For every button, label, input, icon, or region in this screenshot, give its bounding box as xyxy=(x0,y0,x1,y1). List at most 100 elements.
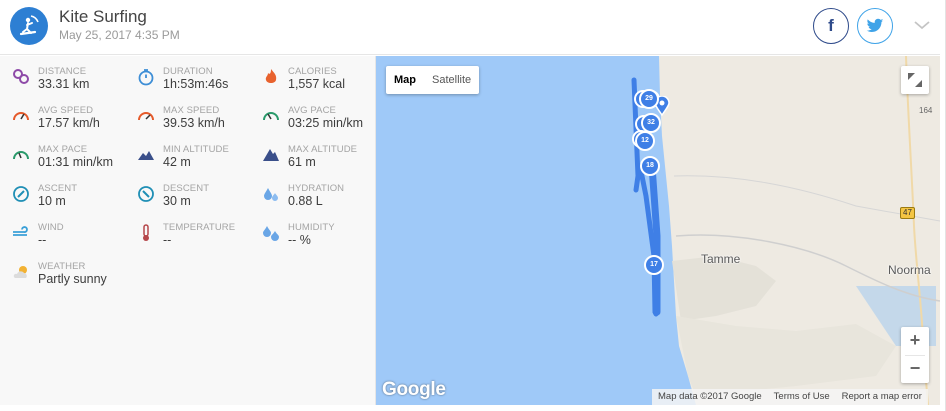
stat-value: 0.88 L xyxy=(288,194,323,208)
stat-value: 03:25 min/km xyxy=(288,116,364,130)
stat-value: -- xyxy=(38,233,47,247)
map-marker-label: 17 xyxy=(650,261,658,268)
report-map-error-link[interactable]: Report a map error xyxy=(836,389,928,405)
zoom-in-button[interactable]: + xyxy=(901,327,929,355)
activity-header: Kite Surfing May 25, 2017 4:35 PM f xyxy=(0,0,940,55)
map-marker-label: 12 xyxy=(641,137,649,144)
map-marker[interactable]: 12 xyxy=(635,131,655,151)
stat-humidity: HUMIDITY -- % xyxy=(262,222,387,256)
fullscreen-button[interactable] xyxy=(901,66,929,94)
mountain-icon xyxy=(263,149,279,161)
activity-date: May 25, 2017 4:35 PM xyxy=(59,28,180,42)
stat-min-altitude: MIN ALTITUDE 42 m xyxy=(137,144,262,178)
partly-sunny-icon xyxy=(13,266,27,278)
stat-label: TEMPERATURE xyxy=(163,222,236,233)
speedometer-icon xyxy=(138,112,154,121)
facebook-share-button[interactable]: f xyxy=(813,8,849,44)
stat-label: DISTANCE xyxy=(38,66,87,77)
speedometer-icon xyxy=(13,112,29,121)
twitter-share-button[interactable] xyxy=(857,8,893,44)
map-marker-label: 29 xyxy=(645,95,653,102)
stat-value: 42 m xyxy=(163,155,191,169)
road-shield-47: 47 xyxy=(900,207,915,219)
map-type-control: Map Satellite xyxy=(386,66,480,94)
stat-weather: WEATHER Partly sunny xyxy=(12,261,137,295)
map-marker[interactable]: 17 xyxy=(644,255,664,275)
stat-label: ASCENT xyxy=(38,183,78,194)
stat-label: MAX PACE xyxy=(38,144,88,155)
map-marker[interactable]: 18 xyxy=(640,156,660,176)
thermometer-icon xyxy=(143,224,149,241)
stat-descent: DESCENT 30 m xyxy=(137,183,262,217)
stat-value: 30 m xyxy=(163,194,191,208)
stat-label: MAX ALTITUDE xyxy=(288,144,358,155)
activity-card: Kite Surfing May 25, 2017 4:35 PM f DIST… xyxy=(0,0,946,411)
map-attribution: Map data ©2017 Google Terms of Use Repor… xyxy=(652,389,928,405)
wind-icon xyxy=(13,226,28,236)
stat-label: CALORIES xyxy=(288,66,337,77)
stat-label: WIND xyxy=(38,222,64,233)
place-label-tamme: Tamme xyxy=(701,252,741,266)
stat-value: 33.31 km xyxy=(38,77,90,91)
chevron-down-icon[interactable] xyxy=(912,18,932,32)
stat-value: 01:31 min/km xyxy=(38,155,114,169)
map-type-satellite-button[interactable]: Satellite xyxy=(424,66,479,94)
stat-value: -- xyxy=(163,233,172,247)
location-pins-icon xyxy=(13,69,29,84)
stat-value: 1h:53m:46s xyxy=(163,77,229,91)
stat-value: Partly sunny xyxy=(38,272,107,286)
stat-max-pace: MAX PACE 01:31 min/km xyxy=(12,144,137,178)
stat-max-altitude: MAX ALTITUDE 61 m xyxy=(262,144,387,178)
stat-avg-pace: AVG PACE 03:25 min/km xyxy=(262,105,387,139)
ascent-compass-icon xyxy=(13,186,29,202)
stat-calories: CALORIES 1,557 kcal xyxy=(262,66,387,100)
map-data-credit: Map data ©2017 Google xyxy=(658,391,762,402)
stats-panel: DISTANCE 33.31 km DURATION 1h:53m:46s CA… xyxy=(0,56,376,405)
stat-max-speed: MAX SPEED 39.53 km/h xyxy=(137,105,262,139)
map-marker-label: 18 xyxy=(646,162,654,169)
stat-label: MIN ALTITUDE xyxy=(163,144,229,155)
stat-label: WEATHER xyxy=(38,261,86,272)
stat-label: HUMIDITY xyxy=(288,222,335,233)
map-marker[interactable]: 32 xyxy=(641,113,661,133)
stat-hydration: HYDRATION 0.88 L xyxy=(262,183,387,217)
route-map[interactable]: 29 32 12 18 17 Tamme Noorma 47 164 Map S… xyxy=(376,56,940,405)
stat-avg-speed: AVG SPEED 17.57 km/h xyxy=(12,105,137,139)
stopwatch-icon xyxy=(138,69,154,86)
google-logo: Google xyxy=(382,379,446,400)
pace-gauge-icon xyxy=(263,112,279,121)
stat-value: -- % xyxy=(288,233,311,247)
twitter-icon xyxy=(866,18,884,32)
kite-surfer-icon xyxy=(10,7,48,45)
descent-compass-icon xyxy=(138,186,154,202)
zoom-out-button[interactable]: − xyxy=(901,355,929,383)
stat-label: DURATION xyxy=(163,66,213,77)
map-marker[interactable]: 29 xyxy=(639,89,659,109)
pace-gauge-icon xyxy=(13,151,29,160)
stat-value: 39.53 km/h xyxy=(163,116,225,130)
stat-value: 61 m xyxy=(288,155,316,169)
stat-distance: DISTANCE 33.31 km xyxy=(12,66,137,100)
stat-label: DESCENT xyxy=(163,183,210,194)
stat-ascent: ASCENT 10 m xyxy=(12,183,137,217)
stat-value: 17.57 km/h xyxy=(38,116,100,130)
map-type-map-button[interactable]: Map xyxy=(386,66,424,94)
mountain-icon xyxy=(138,151,154,160)
terms-of-use-link[interactable]: Terms of Use xyxy=(768,389,836,405)
road-label-164: 164 xyxy=(919,106,933,115)
zoom-control: + − xyxy=(901,327,929,383)
flame-icon xyxy=(265,69,277,83)
stat-label: AVG PACE xyxy=(288,105,336,116)
facebook-icon: f xyxy=(828,16,834,35)
stat-value: 10 m xyxy=(38,194,66,208)
stat-wind: WIND -- xyxy=(12,222,137,256)
stat-duration: DURATION 1h:53m:46s xyxy=(137,66,262,100)
water-drops-icon xyxy=(264,188,278,201)
activity-title: Kite Surfing xyxy=(59,7,147,26)
map-marker-label: 32 xyxy=(647,119,655,126)
place-label-noorma: Noorma xyxy=(888,263,931,277)
stat-value: 1,557 kcal xyxy=(288,77,345,91)
fullscreen-icon xyxy=(908,73,922,87)
stat-label: AVG SPEED xyxy=(38,105,94,116)
stat-label: MAX SPEED xyxy=(163,105,220,116)
